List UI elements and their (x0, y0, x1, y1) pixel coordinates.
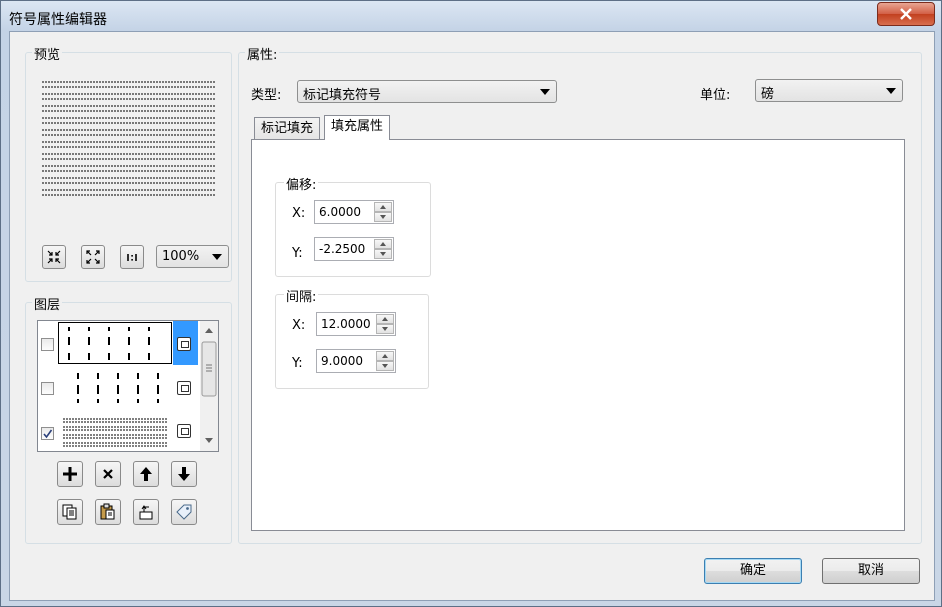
type-value: 标记填充符号 (303, 88, 382, 103)
decrement-icon[interactable] (376, 361, 394, 371)
increment-icon[interactable] (374, 202, 392, 212)
ok-button[interactable]: 确定 (704, 558, 802, 584)
close-button[interactable] (877, 2, 935, 26)
layer-lock-icon[interactable] (177, 381, 191, 395)
layers-label: 图层 (32, 294, 63, 313)
spacing-label: 间隔: (284, 286, 319, 305)
decrement-icon[interactable] (376, 324, 394, 334)
properties-group: 属性: 类型: 标记填充符号 单位: 磅 标记填充 填充属性 偏移: X: 6.… (238, 44, 922, 544)
layer-visible-checkbox[interactable] (41, 382, 54, 395)
layer-row[interactable] (38, 365, 200, 409)
type-select[interactable]: 标记填充符号 (297, 80, 557, 103)
line-pattern-icon (63, 418, 167, 447)
close-icon (900, 8, 912, 20)
tab-fill-properties[interactable]: 填充属性 (324, 115, 391, 140)
actual-size-button[interactable] (120, 245, 144, 269)
layer-lock-icon[interactable] (177, 337, 191, 351)
layer-visible-checkbox[interactable] (41, 338, 54, 351)
unit-label: 单位: (700, 88, 731, 103)
dialog-client: 预览 100% 图层 属性: 类型: 标记填充符号 单位: 磅 标记填充 填充属… (9, 31, 935, 601)
tab-label: 填充属性 (331, 119, 384, 134)
expand-arrows-icon (86, 250, 100, 264)
zoom-in-button[interactable] (42, 245, 66, 269)
unit-select[interactable]: 磅 (755, 79, 903, 102)
paste-icon (100, 503, 115, 520)
offset-x-input[interactable]: 6.0000 (314, 200, 394, 224)
tag-layer-button[interactable] (171, 499, 197, 525)
remove-layer-button[interactable] (95, 461, 121, 487)
delete-x-icon (103, 469, 113, 479)
copy-layer-button[interactable] (57, 499, 83, 525)
preview-zoom-value: 100% (162, 249, 200, 264)
preview-label: 预览 (32, 44, 63, 63)
tag-icon (176, 504, 192, 520)
spacing-group: 间隔: X: 12.0000 Y: 9.0000 (275, 286, 429, 389)
undo-icon (139, 505, 153, 520)
spacing-y-input[interactable]: 9.0000 (316, 349, 396, 373)
preview-zoom-select[interactable]: 100% (156, 245, 229, 268)
scrollbar-arrows-icon (201, 328, 217, 443)
layer-row[interactable] (38, 409, 200, 451)
layers-scrollbar[interactable] (200, 321, 218, 451)
decrement-icon[interactable] (374, 249, 392, 259)
chevron-down-icon (212, 254, 222, 260)
tab-panel: 偏移: X: 6.0000 Y: -2.2500 间隔: X: 12.0000 … (251, 139, 905, 531)
chevron-down-icon (540, 89, 550, 95)
offset-x-value: 6.0000 (319, 205, 361, 219)
spacing-y-label: Y: (292, 356, 303, 371)
properties-label: 属性: (245, 44, 280, 63)
move-layer-down-button[interactable] (171, 461, 197, 487)
symbol-property-editor-window: 符号属性编辑器 预览 100% 图层 属性: 类型: 标记填充符号 单位: 磅 … (0, 0, 942, 607)
offset-label: 偏移: (284, 174, 319, 193)
layer-lock-icon[interactable] (177, 424, 191, 438)
increment-icon[interactable] (374, 239, 392, 249)
preview-group: 预览 100% (25, 44, 232, 282)
type-label: 类型: (251, 88, 282, 103)
offset-y-label: Y: (292, 246, 303, 261)
spacing-x-input[interactable]: 12.0000 (316, 312, 396, 336)
layer-visible-checkbox[interactable] (41, 427, 54, 440)
copy-icon (62, 504, 77, 520)
layer-swatch (58, 322, 172, 364)
checkmark-icon (43, 429, 53, 439)
marker-pattern-icon (68, 327, 150, 360)
increment-icon[interactable] (376, 351, 394, 361)
cancel-button[interactable]: 取消 (822, 558, 920, 584)
offset-y-input[interactable]: -2.2500 (314, 237, 394, 261)
layer-row[interactable] (38, 321, 200, 365)
paste-layer-button[interactable] (95, 499, 121, 525)
arrow-down-icon (178, 467, 190, 481)
offset-group: 偏移: X: 6.0000 Y: -2.2500 (275, 174, 431, 277)
title-bar: 符号属性编辑器 (1, 1, 941, 35)
spacing-x-label: X: (292, 318, 306, 333)
zoom-out-button[interactable] (81, 245, 105, 269)
preview-canvas (42, 81, 215, 196)
layers-list (37, 320, 219, 452)
unit-value: 磅 (761, 87, 775, 102)
ok-button-label: 确定 (739, 563, 766, 578)
arrow-up-icon (140, 467, 152, 481)
increment-icon[interactable] (376, 314, 394, 324)
cancel-button-label: 取消 (857, 563, 884, 578)
window-title: 符号属性编辑器 (9, 12, 107, 28)
plus-icon (63, 467, 77, 481)
add-layer-button[interactable] (57, 461, 83, 487)
chevron-down-icon (886, 88, 896, 94)
tab-label: 标记填充 (261, 121, 314, 136)
offset-x-label: X: (292, 206, 306, 221)
marker-pattern-icon (77, 373, 159, 403)
spacing-y-value: 9.0000 (321, 354, 363, 368)
decrement-icon[interactable] (374, 212, 392, 222)
one-to-one-icon (127, 254, 137, 261)
tab-marker-fill[interactable]: 标记填充 (254, 117, 321, 140)
move-layer-up-button[interactable] (133, 461, 159, 487)
reset-layer-button[interactable] (133, 499, 159, 525)
layers-group: 图层 (25, 294, 232, 544)
offset-y-value: -2.2500 (319, 242, 366, 256)
spacing-x-value: 12.0000 (321, 317, 371, 331)
shrink-arrows-icon (47, 250, 61, 264)
